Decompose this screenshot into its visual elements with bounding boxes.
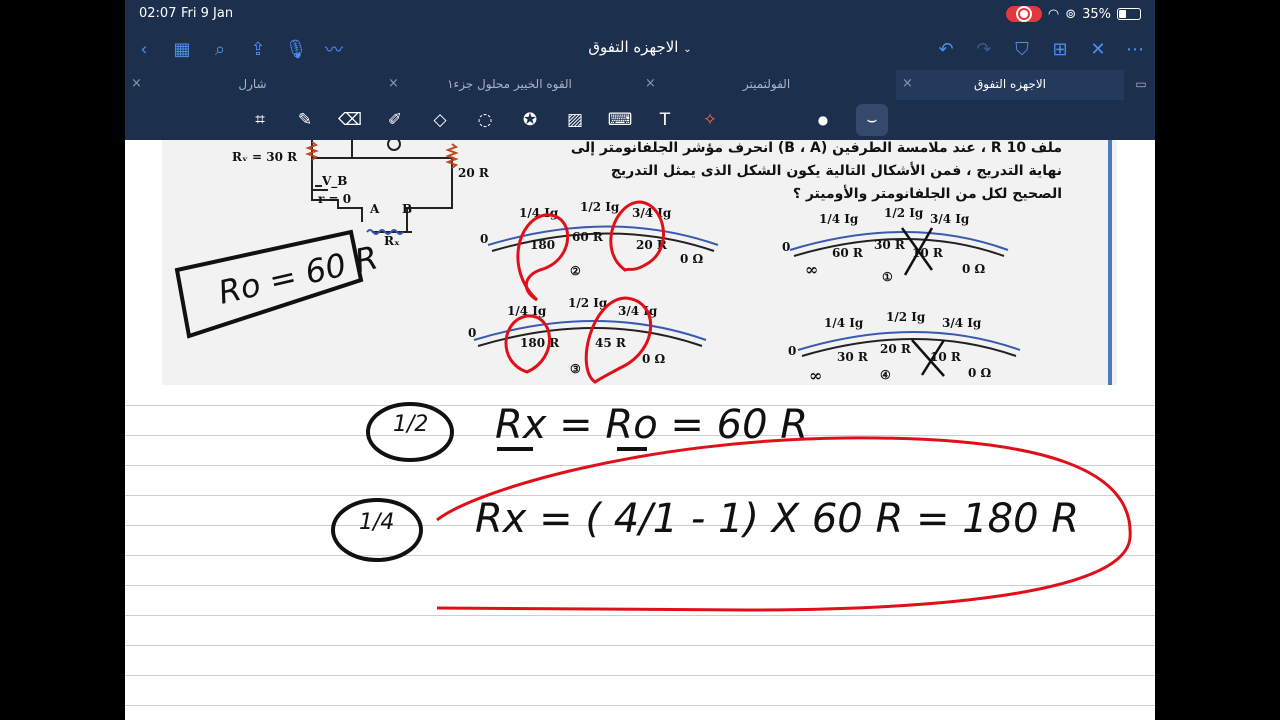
handwritten-equation-1: Rx = Ro = 60 R xyxy=(495,402,809,448)
tab-voltmeter[interactable]: × الفولتميتر xyxy=(639,70,894,100)
handwritten-quarter: 1/4 xyxy=(359,510,395,535)
share-icon[interactable]: ⇪ xyxy=(245,36,271,62)
redo-icon[interactable]: ↷ xyxy=(971,36,997,62)
wifi-icon: ◠ xyxy=(1047,6,1060,22)
handwritten-equation-2: Rx = ( 4/1 - 1) X 60 R = 180 R xyxy=(475,496,1080,542)
nav-bar: ‹ ▦ ⌕ ⇪ 🎙 〰 الاجهزه التفوق ⌄ ↶ ↷ ⛉ ⊞ ✕ ⋯ xyxy=(125,28,1155,70)
back-icon[interactable]: ‹ xyxy=(131,36,157,62)
close-tab-icon[interactable]: × xyxy=(645,70,656,98)
shapes-icon[interactable]: ◇ xyxy=(426,106,454,134)
tab-sharl[interactable]: × شارل xyxy=(125,70,380,100)
highlighter-icon[interactable]: ✐ xyxy=(381,106,409,134)
document-title[interactable]: الاجهزه التفوق ⌄ xyxy=(565,38,715,56)
status-right: ◠ ⊚ 35% xyxy=(1005,6,1141,22)
tab-force[interactable]: × القوه الخيير محلول جزء١ xyxy=(382,70,637,100)
tab-bar: × شارل × القوه الخيير محلول جزء١ × الفولتمي… xyxy=(125,70,1155,100)
pen-icon[interactable]: ✎ xyxy=(291,106,319,134)
status-date: Fri 9 Jan xyxy=(181,6,234,21)
battery-percent: 35% xyxy=(1082,6,1111,22)
eraser-icon[interactable]: ⌫ xyxy=(336,106,364,134)
laser-pointer-icon[interactable]: ✧ xyxy=(696,106,724,134)
more-icon[interactable]: ⋯ xyxy=(1122,36,1148,62)
sidebar-toggle-icon[interactable]: ▭ xyxy=(1128,70,1154,100)
status-time: 02:07 xyxy=(139,6,177,21)
search-icon[interactable]: ⌕ xyxy=(207,36,233,62)
lasso-icon[interactable]: ◌ xyxy=(471,106,499,134)
chevron-down-icon: ⌄ xyxy=(683,44,692,55)
status-bar: 02:07 Fri 9 Jan ◠ ⊚ 35% xyxy=(125,0,1155,28)
tool-bar: ⌗ ✎ ⌫ ✐ ◇ ◌ ✪ ▨ ⌨ T ✧ ● ⌣ xyxy=(125,100,1155,140)
stroke-style-icon[interactable]: ⌣ xyxy=(856,104,888,136)
bookmark-icon[interactable]: ⛉ xyxy=(1009,36,1035,62)
handwritten-half: 1/2 xyxy=(393,412,429,437)
image-icon[interactable]: ▨ xyxy=(561,106,589,134)
lock-rotation-icon: ⊚ xyxy=(1065,6,1077,22)
lasso-scan-icon[interactable]: ⌗ xyxy=(246,106,274,134)
tab-devices[interactable]: × الاجهزه التفوق xyxy=(896,70,1124,100)
keyboard-icon[interactable]: ⌨ xyxy=(606,106,634,134)
close-tab-icon[interactable]: × xyxy=(902,70,913,98)
close-icon[interactable]: ✕ xyxy=(1085,36,1111,62)
grid-icon[interactable]: ▦ xyxy=(169,36,195,62)
close-tab-icon[interactable]: × xyxy=(131,70,142,98)
audio-wave-icon[interactable]: 〰 xyxy=(321,36,347,62)
battery-icon xyxy=(1117,8,1141,20)
text-tool-icon[interactable]: T xyxy=(651,106,679,134)
screen-record-icon[interactable] xyxy=(1005,6,1042,22)
sticker-icon[interactable]: ✪ xyxy=(516,106,544,134)
add-page-icon[interactable]: ⊞ xyxy=(1047,36,1073,62)
undo-icon[interactable]: ↶ xyxy=(933,36,959,62)
color-dot-icon[interactable]: ● xyxy=(809,106,837,134)
microphone-icon[interactable]: 🎙 xyxy=(283,36,309,62)
ipad-screen: 02:07 Fri 9 Jan ◠ ⊚ 35% ‹ ▦ ⌕ ⇪ 🎙 〰 الاج… xyxy=(125,0,1155,720)
notebook-page[interactable]: ملف 10 R ، عند ملامسة الطرفين (B ، A) ان… xyxy=(125,140,1155,720)
close-tab-icon[interactable]: × xyxy=(388,70,399,98)
